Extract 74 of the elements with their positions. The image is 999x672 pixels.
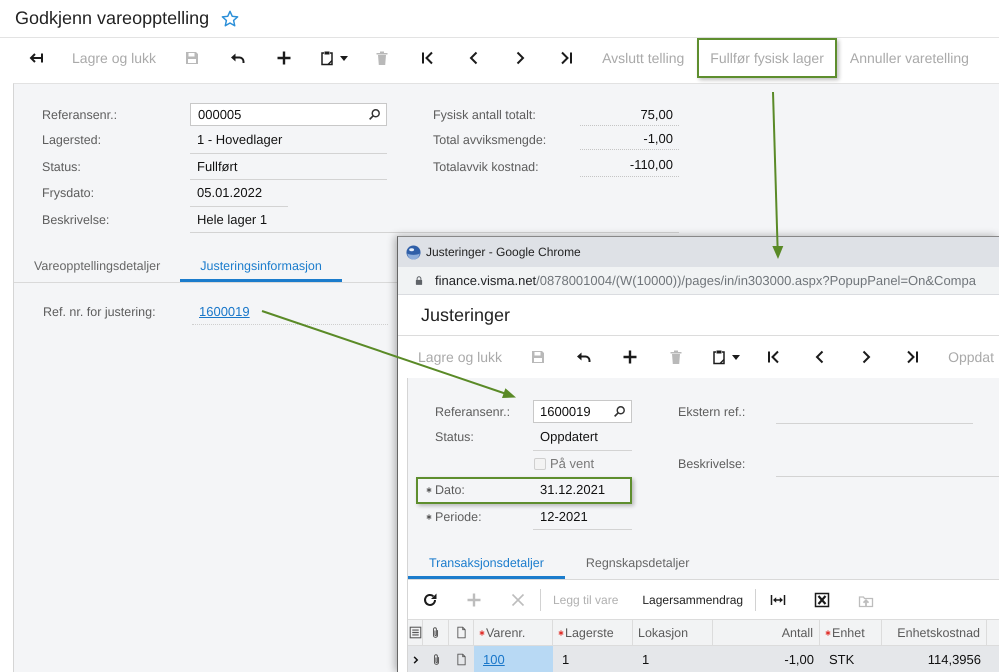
search-icon[interactable] — [613, 405, 626, 418]
field-label: Referansenr.: — [42, 108, 118, 122]
lookup-field[interactable]: 000005 — [190, 103, 387, 126]
sphere-icon — [406, 244, 421, 260]
document-icon[interactable] — [455, 653, 468, 666]
column-header[interactable]: Enhet — [820, 620, 882, 645]
table-cell-text: 114,3956 — [926, 651, 982, 669]
boxed-x-icon — [814, 592, 830, 608]
field-label: Dato: — [435, 483, 465, 498]
close-icon — [510, 592, 526, 608]
text-field[interactable]: Fullført — [190, 154, 387, 180]
field-label: Status: — [42, 160, 81, 174]
table-cell-text: STK — [828, 651, 856, 669]
lock-icon — [414, 275, 424, 286]
document-icon — [454, 626, 468, 639]
table-row[interactable]: 100 1 1 -1,00 STK 114,3956 — [408, 646, 999, 672]
table-cell-text: 1 — [561, 651, 570, 669]
window-title: Justeringer - Google Chrome — [426, 245, 581, 259]
column-header[interactable]: Antall — [713, 620, 820, 645]
text-field[interactable]: 31.12.2021 — [533, 477, 632, 504]
star-icon[interactable] — [221, 10, 240, 28]
tab[interactable]: Transaksjonsdetaljer — [408, 549, 565, 579]
total-value: 75,00 — [580, 103, 679, 126]
grid-menu-icon — [408, 626, 422, 639]
field-label: Status: — [435, 430, 474, 444]
column-header[interactable]: Enhetskostnad — [882, 620, 987, 645]
text-field[interactable]: 12-2021 — [533, 504, 632, 530]
refresh-icon — [422, 592, 438, 608]
total-value: -1,00 — [580, 127, 679, 150]
trash-icon — [668, 349, 684, 365]
page-title: Justeringer — [421, 304, 510, 326]
text-field[interactable]: 05.01.2022 — [190, 180, 288, 206]
text-field[interactable]: Hele lager 1 — [190, 206, 679, 233]
field-label: Referansenr.: — [435, 405, 510, 419]
field-label: Totalavvik kostnad: — [433, 160, 539, 174]
trash-icon — [374, 50, 390, 66]
search-icon[interactable] — [368, 108, 381, 121]
plus-icon — [276, 50, 292, 66]
address-bar[interactable]: finance.visma.net/0878001004/(W(10000))/pages/in/in303000.aspx?PopupPanel=On&Compa — [398, 267, 999, 295]
field-label: Total avviksmengde: — [433, 133, 546, 148]
table-cell-text: 1 — [641, 651, 650, 669]
field-label: Ref. nr. for justering: — [43, 305, 156, 319]
chevron-right-icon — [410, 654, 420, 664]
field-label: Beskrivelse: — [678, 456, 746, 471]
field-label: Periode: — [435, 510, 482, 524]
column-header[interactable]: Varenr. — [474, 620, 553, 645]
tab[interactable]: Regnskapsdetaljer — [564, 549, 710, 579]
adjustment-link[interactable]: 1600019 — [199, 304, 250, 319]
column-header[interactable]: Lokasjon — [633, 620, 713, 645]
checkbox-label: På vent — [550, 456, 594, 472]
caret-icon — [340, 56, 348, 60]
page-title: Godkjenn vareopptelling — [15, 8, 210, 29]
column-header[interactable]: Lagerste — [553, 620, 633, 645]
plus-icon — [466, 592, 482, 608]
clipboard-icon — [318, 50, 335, 66]
column-header[interactable] — [408, 620, 423, 645]
field-label: Ekstern ref.: — [678, 405, 746, 419]
clipboard-icon — [710, 349, 727, 365]
tab[interactable]: Vareopptellingsdetaljer — [14, 252, 180, 282]
item-link[interactable]: 100 — [483, 652, 505, 667]
text-field[interactable]: Oppdatert — [533, 424, 632, 450]
plus-icon — [622, 349, 638, 365]
table-cell-text: -1,00 — [783, 651, 815, 669]
caret-icon — [732, 354, 740, 360]
field-label: Beskrivelse: — [42, 212, 110, 227]
field-label: Fysisk antall totalt: — [433, 108, 536, 122]
field-label: Lagersted: — [42, 133, 102, 148]
tab[interactable]: Justeringsinformasjon — [180, 252, 342, 282]
url-text: finance.visma.net/0878001004/(W(10000))/pages/in/in303000.aspx?PopupPanel=On&Compa — [435, 273, 976, 288]
field-label: Frysdato: — [42, 186, 94, 200]
total-value: -110,00 — [580, 154, 679, 176]
toolbar-button[interactable]: Lagersammendrag — [630, 584, 756, 616]
lookup-field[interactable]: 1600019 — [533, 400, 632, 423]
text-field[interactable]: 1 - Hovedlager — [190, 127, 387, 154]
